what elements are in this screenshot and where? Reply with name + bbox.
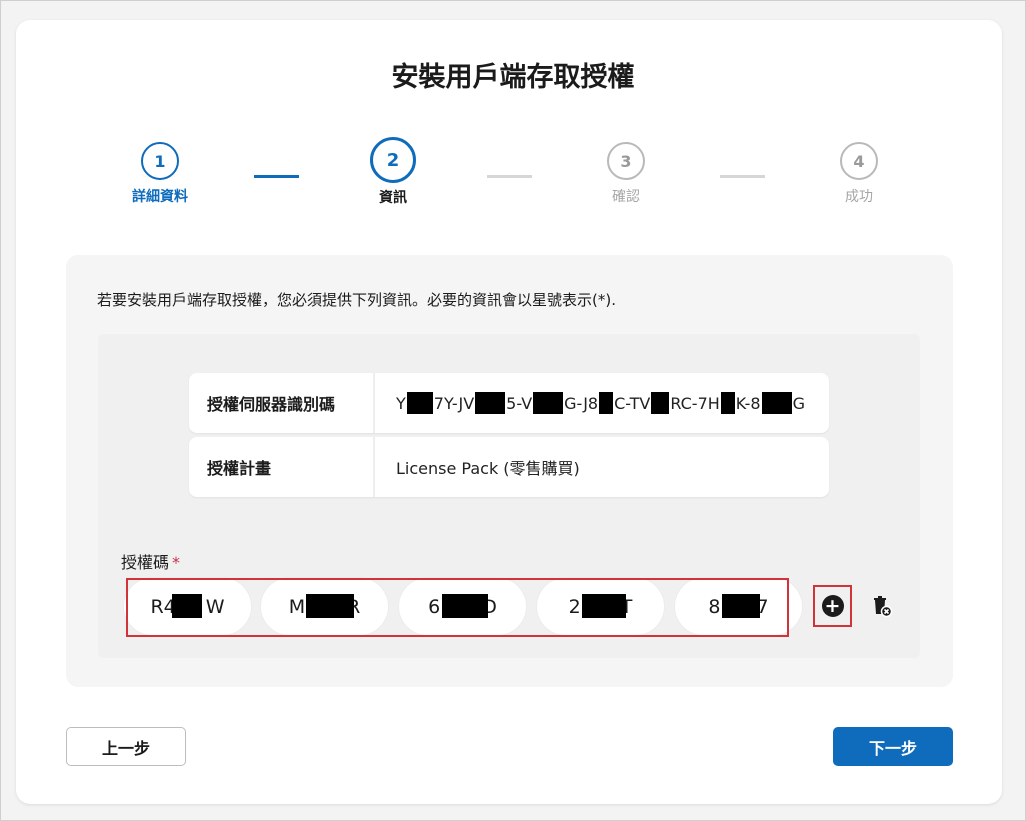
redaction-block: [406, 392, 433, 414]
step-success: 4 成功: [799, 142, 919, 206]
license-program-label: 授權計畫: [189, 437, 375, 497]
redaction-block: [651, 392, 670, 414]
step-label: 確認: [612, 189, 640, 205]
step-number-circle: 4: [840, 142, 878, 180]
step-label: 資訊: [379, 190, 407, 206]
step-connector: [487, 175, 532, 178]
redaction-block: [599, 392, 614, 414]
step-number-circle: 3: [607, 142, 645, 180]
redaction-block: [761, 392, 792, 414]
server-id-row: 授權伺服器識別碼 Y 7Y-JV 5-V G-J8 C-TV RC-7H K-8 G: [189, 373, 829, 433]
next-button[interactable]: 下一步: [833, 727, 953, 766]
required-marker: *: [172, 553, 181, 572]
server-id-value: Y 7Y-JV 5-V G-J8 C-TV RC-7H K-8 G: [396, 392, 805, 414]
step-number-circle: 1: [141, 142, 179, 180]
license-program-row: 授權計畫 License Pack (零售購買): [189, 437, 829, 497]
plus-circle-icon[interactable]: +: [821, 595, 844, 617]
add-segment-highlight: +: [813, 585, 852, 627]
redaction-block: [475, 392, 506, 414]
annotation-highlight-box: [126, 578, 789, 637]
back-button[interactable]: 上一步: [66, 727, 186, 766]
step-connector: [720, 175, 765, 178]
intro-text: 若要安裝用戶端存取授權，您必須提供下列資訊。必要的資訊會以星號表示(*).: [97, 291, 616, 309]
server-id-label: 授權伺服器識別碼: [189, 373, 375, 433]
license-code-label: 授權碼 *: [121, 553, 181, 572]
redaction-block: [720, 392, 735, 414]
step-info: 2 資訊: [333, 137, 453, 207]
trash-clear-icon[interactable]: [869, 594, 893, 618]
license-program-value: License Pack (零售購買): [396, 459, 580, 478]
step-details: 1 詳細資料: [100, 142, 220, 206]
step-label: 成功: [845, 189, 873, 205]
step-number-circle: 2: [370, 137, 416, 183]
dialog-title: 安裝用戶端存取授權: [391, 62, 635, 93]
step-connector: [254, 175, 299, 178]
redaction-block: [533, 392, 564, 414]
step-confirm: 3 確認: [566, 142, 686, 206]
step-label: 詳細資料: [132, 189, 188, 205]
